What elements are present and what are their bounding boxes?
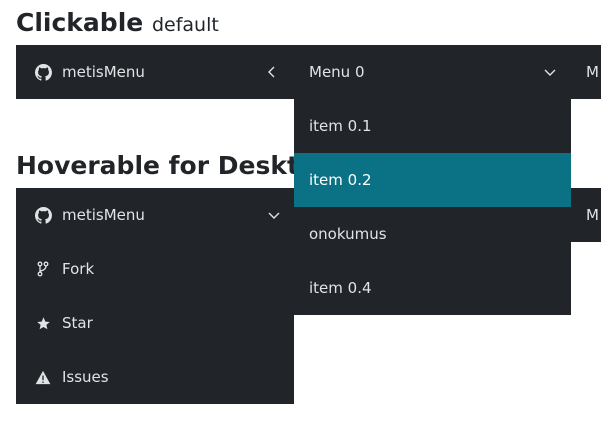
menu-next-label: M (586, 63, 599, 81)
dropdown-item-0-4[interactable]: item 0.4 (294, 261, 571, 315)
star-label: Star (62, 314, 93, 332)
menu-0-label: Menu 0 (309, 63, 365, 81)
dropdown-item-label: item 0.4 (309, 279, 372, 297)
dropdown-item-label: item 0.2 (309, 171, 372, 189)
chevron-down-icon[interactable] (264, 188, 284, 242)
menu-next-clipped[interactable]: M (571, 45, 601, 99)
github-icon (34, 63, 52, 81)
menu-0-toggle[interactable]: Menu 0 (294, 45, 571, 99)
fork-label: Fork (62, 260, 95, 278)
sidebar-item-star[interactable]: Star (16, 296, 294, 350)
menu-0-dropdown: item 0.1 item 0.2 onokumus item 0.4 (294, 99, 571, 315)
dropdown-item-0-1[interactable]: item 0.1 (294, 99, 571, 153)
clickable-menu-bar: metisMenu Menu 0 M (16, 45, 601, 99)
brand-link[interactable]: metisMenu (16, 45, 294, 99)
dropdown-item-label: onokumus (309, 225, 387, 243)
hoverable-heading: Hoverable for Desktop (16, 151, 334, 180)
hover-brand-link[interactable]: metisMenu (16, 188, 294, 242)
issues-label: Issues (62, 368, 109, 386)
hover-menu-next-label: M (586, 206, 599, 224)
hover-menu-next-clipped[interactable]: M (571, 188, 601, 242)
dropdown-item-label: item 0.1 (309, 117, 372, 135)
chevron-left-icon[interactable] (262, 45, 282, 99)
sidebar-item-issues[interactable]: Issues (16, 350, 294, 404)
fork-icon (34, 260, 52, 278)
hover-submenu: Fork Star Issues (16, 242, 294, 404)
hover-brand-label: metisMenu (62, 206, 145, 224)
dropdown-item-0-2[interactable]: item 0.2 (294, 153, 571, 207)
clickable-heading: Clickable default (16, 10, 219, 35)
page: Clickable default metisMenu Menu 0 M Hov… (0, 0, 601, 422)
dropdown-item-onokumus[interactable]: onokumus (294, 207, 571, 261)
clickable-title: Clickable (16, 8, 144, 37)
clickable-subtitle: default (151, 14, 219, 36)
github-icon (34, 206, 52, 224)
sidebar-item-fork[interactable]: Fork (16, 242, 294, 296)
chevron-down-icon[interactable] (540, 45, 560, 99)
star-icon (34, 314, 52, 332)
brand-label: metisMenu (62, 63, 145, 81)
warning-icon (34, 368, 52, 386)
